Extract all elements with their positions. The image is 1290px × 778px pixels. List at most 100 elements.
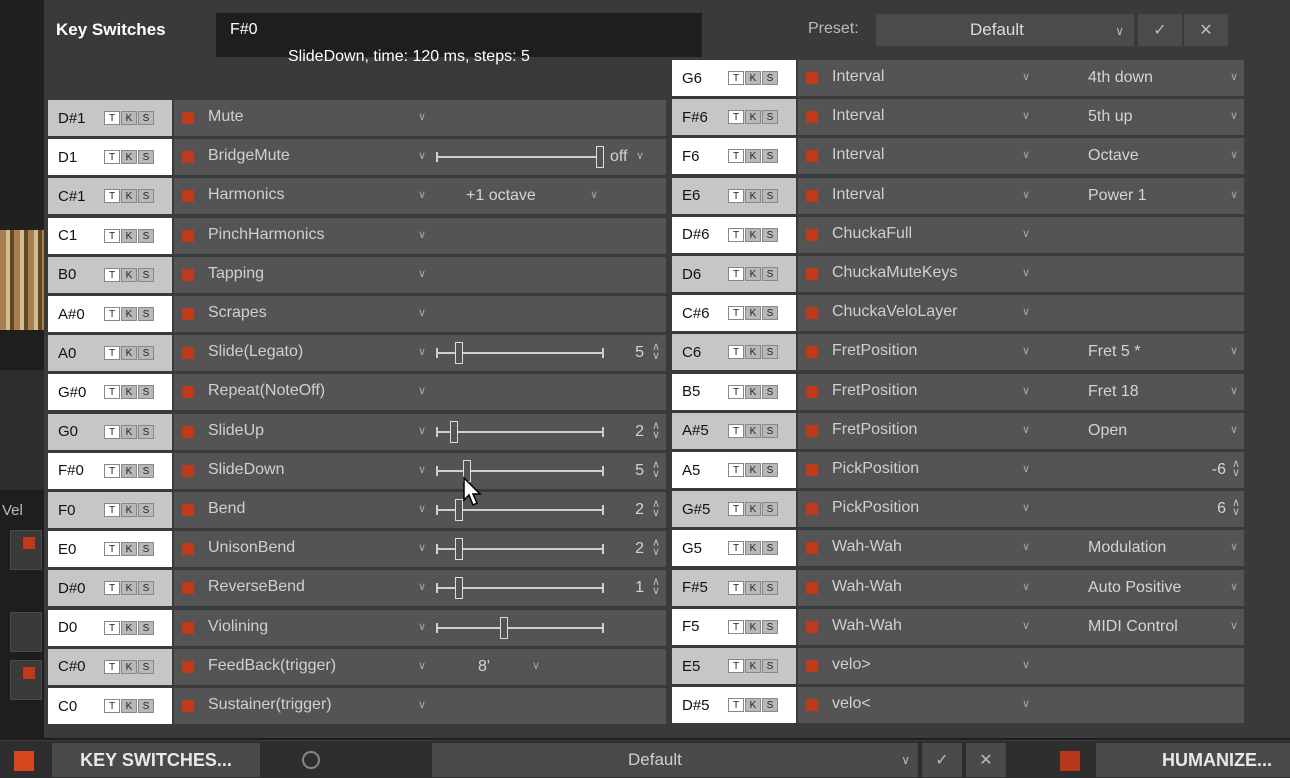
chevron-down-icon[interactable]: ∨ [1022, 580, 1030, 593]
keyswitch-row[interactable]: C0 T K S Sustainer(trigger) ∨ [48, 688, 666, 724]
chevron-down-icon[interactable]: ∨ [1230, 188, 1238, 201]
tks-toggle-t[interactable]: T [728, 659, 744, 673]
articulation-name[interactable]: FeedBack(trigger) [208, 657, 336, 675]
tks-toggle-s[interactable]: S [138, 346, 154, 361]
background-button[interactable] [10, 530, 42, 570]
chevron-down-icon[interactable]: ∨ [418, 541, 426, 554]
tks-toggle-s[interactable]: S [762, 149, 778, 164]
tks-toggle-s[interactable]: S [138, 503, 154, 517]
tks-toggle-s[interactable]: S [762, 619, 778, 634]
tks-toggle-k[interactable]: K [745, 659, 761, 673]
articulation-name[interactable]: FretPosition [832, 421, 917, 439]
tks-toggle-k[interactable]: K [121, 463, 137, 478]
key-switches-button[interactable]: KEY SWITCHES... [52, 743, 260, 777]
chevron-down-icon[interactable]: ∨ [1022, 697, 1030, 710]
bottom-preset-dropdown[interactable]: Default ∨ [432, 743, 918, 777]
active-indicator[interactable] [806, 189, 818, 202]
articulation-name[interactable]: FretPosition [832, 382, 917, 400]
keyswitch-row[interactable]: G#0 T K S Repeat(NoteOff) ∨ [48, 374, 666, 411]
slider-thumb[interactable] [455, 577, 463, 600]
active-indicator[interactable] [806, 660, 818, 672]
note-key[interactable]: D1 T K S [48, 139, 172, 176]
parameter-slider[interactable] [436, 420, 604, 443]
tks-toggle-s[interactable]: S [138, 267, 154, 282]
chevron-down-icon[interactable]: ∨ [1230, 109, 1238, 122]
tks-toggle-t[interactable]: T [728, 541, 744, 556]
background-button[interactable] [10, 660, 42, 700]
note-key[interactable]: E5 T K S [672, 648, 796, 684]
parameter-slider[interactable] [436, 538, 604, 561]
articulation-name[interactable]: Mute [208, 108, 244, 126]
tks-toggle-k[interactable]: K [745, 619, 761, 634]
parameter-slider[interactable] [436, 499, 604, 521]
spin-arrows-icon[interactable]: ∧ ∨ [652, 538, 660, 558]
tks-toggle-t[interactable]: T [104, 581, 120, 596]
tks-toggle-s[interactable]: S [138, 659, 154, 674]
parameter-dropdown-value[interactable]: Power 1 [1088, 187, 1147, 205]
chevron-down-icon[interactable]: ∨ [1022, 305, 1030, 318]
active-indicator[interactable] [182, 347, 194, 360]
tks-toggle-t[interactable]: T [728, 306, 744, 321]
preset-cancel-button[interactable]: ✕ [1184, 14, 1228, 46]
keyswitch-row[interactable]: A#0 T K S Scrapes ∨ [48, 296, 666, 332]
chevron-down-icon[interactable]: ∨ [1022, 423, 1030, 436]
articulation-name[interactable]: FretPosition [832, 342, 917, 360]
active-indicator[interactable] [806, 542, 818, 555]
chevron-down-icon[interactable]: ∨ [1230, 384, 1238, 397]
spin-arrows-icon[interactable]: ∧ ∨ [1232, 498, 1240, 518]
articulation-name[interactable]: Scrapes [208, 304, 267, 322]
tks-toggle-t[interactable]: T [104, 267, 120, 282]
note-key[interactable]: G5 T K S [672, 530, 796, 567]
slider-thumb[interactable] [455, 342, 463, 365]
note-key[interactable]: C1 T K S [48, 217, 172, 254]
note-key[interactable]: G#0 T K S [48, 374, 172, 411]
tks-toggle-s[interactable]: S [138, 463, 154, 478]
articulation-name[interactable]: ChuckaVeloLayer [832, 303, 957, 321]
note-key[interactable]: F#5 T K S [672, 569, 796, 606]
tks-toggle-t[interactable]: T [104, 542, 120, 557]
chevron-down-icon[interactable]: ∨ [418, 306, 426, 319]
tks-toggle-s[interactable]: S [138, 150, 154, 165]
tks-toggle-k[interactable]: K [121, 307, 137, 321]
chevron-down-icon[interactable]: ∨ [1230, 619, 1238, 632]
spin-arrows-icon[interactable]: ∧ ∨ [652, 577, 660, 597]
active-indicator[interactable] [182, 700, 194, 712]
active-indicator[interactable] [806, 464, 818, 476]
keyswitch-row[interactable]: F0 T K S Bend ∨ 2 ∧ ∨ [48, 492, 666, 528]
parameter-dropdown-value[interactable]: MIDI Control [1088, 618, 1178, 636]
tks-toggle-s[interactable]: S [138, 581, 154, 596]
chevron-down-icon[interactable]: ∨ [418, 188, 426, 201]
active-indicator[interactable] [806, 503, 818, 516]
parameter-dropdown-value[interactable]: 5th up [1088, 108, 1132, 126]
chevron-down-icon[interactable]: ∨ [418, 384, 426, 397]
tks-toggle-t[interactable]: T [728, 423, 744, 438]
tks-toggle-s[interactable]: S [762, 423, 778, 438]
preset-confirm-button[interactable]: ✓ [1138, 14, 1182, 46]
tks-toggle-t[interactable]: T [728, 110, 744, 125]
tks-toggle-k[interactable]: K [121, 581, 137, 596]
articulation-name[interactable]: Interval [832, 186, 884, 204]
tks-toggle-k[interactable]: K [121, 424, 137, 439]
active-indicator[interactable] [182, 660, 194, 673]
note-key[interactable]: A#5 T K S [672, 412, 796, 449]
articulation-name[interactable]: Wah-Wah [832, 538, 902, 556]
active-indicator[interactable] [182, 386, 194, 399]
chevron-down-icon[interactable]: ∨ [532, 659, 540, 672]
articulation-name[interactable]: ChuckaMuteKeys [832, 264, 957, 282]
articulation-name[interactable]: Interval [832, 68, 884, 86]
tks-toggle-k[interactable]: K [745, 502, 761, 517]
chevron-down-icon[interactable]: ∨ [1022, 148, 1030, 161]
chevron-down-icon[interactable]: ∨ [418, 698, 426, 711]
tks-toggle-k[interactable]: K [745, 149, 761, 164]
spin-arrows-icon[interactable]: ∧ ∨ [652, 459, 660, 479]
note-key[interactable]: D#0 T K S [48, 570, 172, 607]
parameter-slider[interactable] [436, 342, 604, 365]
tks-toggle-t[interactable]: T [728, 580, 744, 595]
tks-toggle-s[interactable]: S [138, 385, 154, 400]
keyswitch-row[interactable]: A0 T K S Slide(Legato) ∨ 5 ∧ ∨ [48, 335, 666, 372]
keyswitch-row[interactable]: F#5 T K S Wah-Wah ∨ Auto Positive ∨ [672, 569, 1244, 606]
chevron-down-icon[interactable]: ∨ [1230, 344, 1238, 357]
parameter-dropdown-value[interactable]: Auto Positive [1088, 579, 1181, 597]
active-indicator[interactable] [182, 112, 194, 124]
articulation-name[interactable]: Wah-Wah [832, 617, 902, 635]
